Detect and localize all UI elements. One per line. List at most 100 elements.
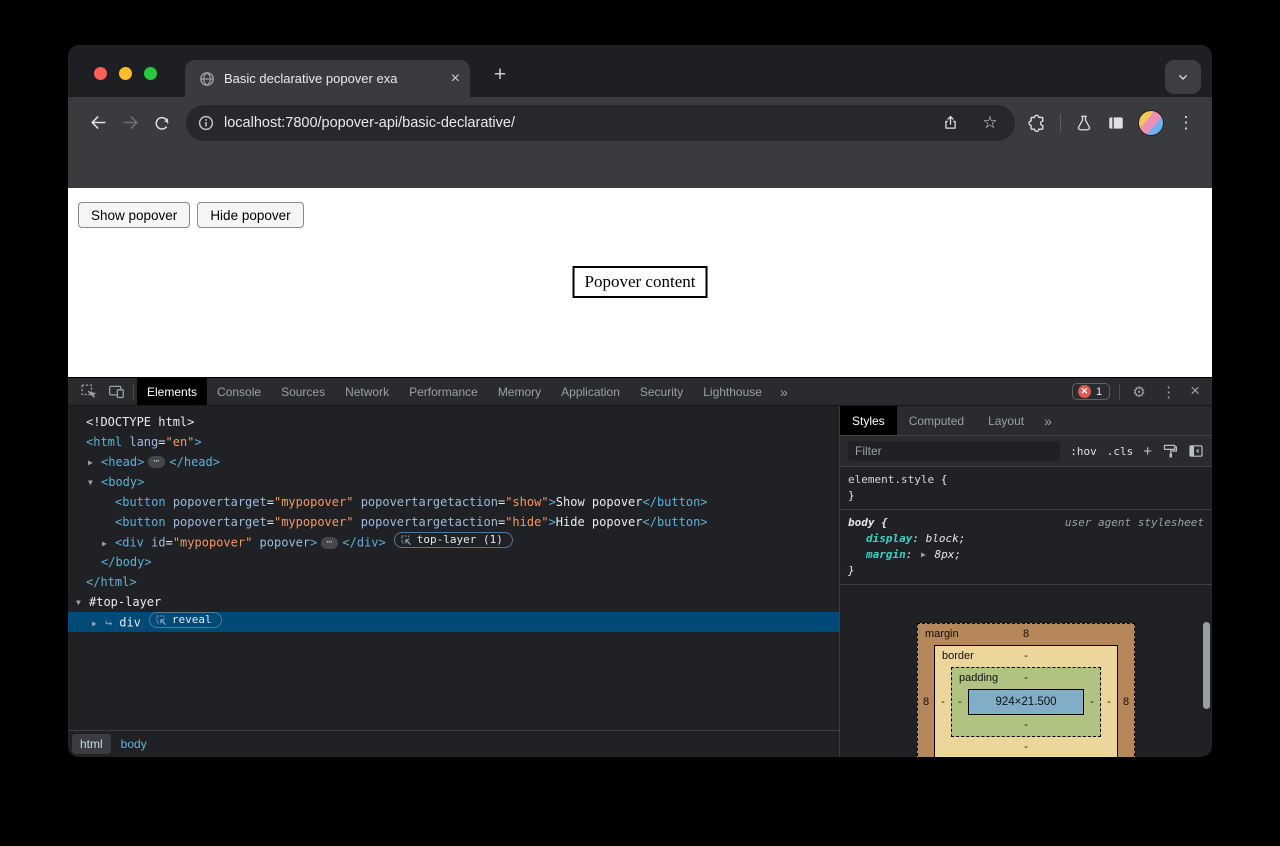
inspect-element-icon[interactable] [74,378,102,406]
site-info-icon[interactable] [198,115,214,131]
devtools-tab-lighthouse[interactable]: Lighthouse [693,378,772,405]
devtools-tab-elements[interactable]: Elements [137,378,207,405]
bookmark-star-icon[interactable]: ☆ [975,108,1005,138]
reload-button[interactable] [146,107,178,139]
error-icon: ✕ [1078,385,1091,398]
devtools-main: <!DOCTYPE html><html lang="en">▶<head>⋯<… [68,406,1212,757]
url-bar[interactable]: localhost:7800/popover-api/basic-declara… [186,105,1015,141]
forward-button[interactable] [114,107,146,139]
box-model-diagram[interactable]: margin 8 8 border - [917,623,1135,757]
toggle-sidebar-icon[interactable] [1188,443,1204,459]
browser-menu-kebab-icon[interactable]: ⋮ [1170,107,1202,139]
devtools-close-icon[interactable]: × [1184,381,1206,403]
error-badge[interactable]: ✕ 1 [1072,383,1110,400]
devtools-tabbar-right: ✕ 1 ⚙ ⋮ × [1072,378,1212,406]
class-toggle[interactable]: .cls [1107,445,1134,458]
tab-search-chevron-button[interactable] [1165,60,1201,94]
devtools-tab-security[interactable]: Security [630,378,693,405]
code-token: lang [129,435,158,449]
tree-line[interactable]: <!DOCTYPE html> [68,412,839,432]
pseudo-state-toggle[interactable]: :hov [1070,445,1097,458]
breadcrumb-html[interactable]: html [72,734,111,754]
devtools-tab-memory[interactable]: Memory [488,378,551,405]
sidebar-more-tabs-icon[interactable]: » [1036,406,1060,435]
margin-top-value[interactable]: 8 [1023,628,1029,640]
code-token: id [151,536,165,550]
devtools-menu-kebab-icon[interactable]: ⋮ [1155,383,1182,401]
show-popover-button[interactable]: Show popover [78,202,190,228]
devtools-tab-performance[interactable]: Performance [399,378,488,405]
experiments-flask-icon[interactable] [1068,107,1100,139]
rendering-brush-icon[interactable] [1162,443,1178,459]
margin-left-value[interactable]: 8 [918,694,934,710]
devtools-tab-sources[interactable]: Sources [271,378,335,405]
profile-avatar[interactable] [1138,110,1164,136]
tree-line[interactable]: ▼#top-layer [68,592,839,612]
sidebar-tab-computed[interactable]: Computed [897,406,976,435]
devtools-tab-console[interactable]: Console [207,378,271,405]
reveal-badge[interactable]: reveal [149,612,222,628]
close-window-button[interactable] [94,67,107,80]
tree-line[interactable]: <button popovertarget="mypopover" popove… [68,512,839,532]
expand-arrow-icon[interactable]: ▶ [92,614,105,634]
sidebar-scrollbar[interactable] [1203,622,1210,709]
collapse-arrow-icon[interactable]: ▼ [88,473,101,493]
minimize-window-button[interactable] [119,67,132,80]
extensions-puzzle-icon[interactable] [1021,107,1053,139]
top-layer-badge[interactable]: top-layer (1) [394,532,513,548]
tree-line[interactable]: ▼<body> [68,472,839,492]
browser-tab[interactable]: Basic declarative popover exa × [185,60,470,97]
tree-line[interactable]: ▶<head>⋯</head> [68,452,839,472]
inline-style-rule[interactable]: element.style { } [840,467,1212,510]
border-right-value[interactable]: - [1101,694,1117,710]
border-left-value[interactable]: - [935,694,951,710]
expand-arrow-icon[interactable]: ▶ [88,453,101,473]
new-tab-button[interactable]: + [486,61,514,89]
tab-close-icon[interactable]: × [451,71,460,87]
new-style-rule-button[interactable]: + [1143,443,1152,460]
expand-shorthand-icon[interactable]: ▶ [921,550,926,559]
tree-line[interactable]: </body> [68,552,839,572]
collapse-arrow-icon[interactable]: ▼ [76,593,89,613]
body-style-rule[interactable]: body { user agent stylesheet display: bl… [840,510,1212,585]
padding-bottom-value[interactable]: - [952,715,1100,736]
tree-line[interactable]: <button popovertarget="mypopover" popove… [68,492,839,512]
tree-line[interactable]: </html> [68,572,839,592]
zoom-window-button[interactable] [144,67,157,80]
chevron-down-icon [1175,69,1191,85]
margin-right-value[interactable]: 8 [1118,694,1134,710]
code-token: </div> [342,536,385,550]
devtools-tab-application[interactable]: Application [551,378,630,405]
css-property[interactable]: display: block; [848,531,1204,547]
padding-right-value[interactable]: - [1084,694,1100,710]
back-button[interactable] [82,107,114,139]
share-button[interactable] [935,108,965,138]
expand-ellipsis-button[interactable]: ⋯ [321,537,338,549]
border-top-value[interactable]: - [1024,650,1028,662]
expand-arrow-icon[interactable]: ▶ [102,534,115,554]
tree-line[interactable]: ▶↪divreveal [68,612,839,632]
more-tabs-icon[interactable]: » [772,384,796,400]
tree-line[interactable]: ▶<div id="mypopover" popover>⋯</div>top-… [68,532,839,552]
rule-selector: element.style [848,473,934,486]
hide-popover-button[interactable]: Hide popover [197,202,303,228]
border-bottom-value[interactable]: - [935,737,1117,757]
devtools-tab-network[interactable]: Network [335,378,399,405]
sidebar-tab-styles[interactable]: Styles [840,406,897,435]
breadcrumb-body[interactable]: body [113,734,155,754]
content-size-value[interactable]: 924×21.500 [968,689,1084,715]
url-text[interactable]: localhost:7800/popover-api/basic-declara… [224,115,925,131]
padding-top-value[interactable]: - [1024,672,1028,684]
padding-left-value[interactable]: - [952,694,968,710]
tree-line[interactable]: <html lang="en"> [68,432,839,452]
code-token: > [549,495,556,509]
code-token: <body> [101,475,144,489]
code-token: "hide" [505,515,548,529]
sidebar-tab-layout[interactable]: Layout [976,406,1036,435]
styles-filter-input[interactable]: Filter [848,441,1060,461]
css-property[interactable]: margin: ▶ 8px; [848,547,1204,563]
expand-ellipsis-button[interactable]: ⋯ [148,456,165,468]
side-panel-icon[interactable] [1100,107,1132,139]
device-toolbar-icon[interactable] [102,378,130,406]
settings-gear-icon[interactable]: ⚙ [1125,378,1153,406]
